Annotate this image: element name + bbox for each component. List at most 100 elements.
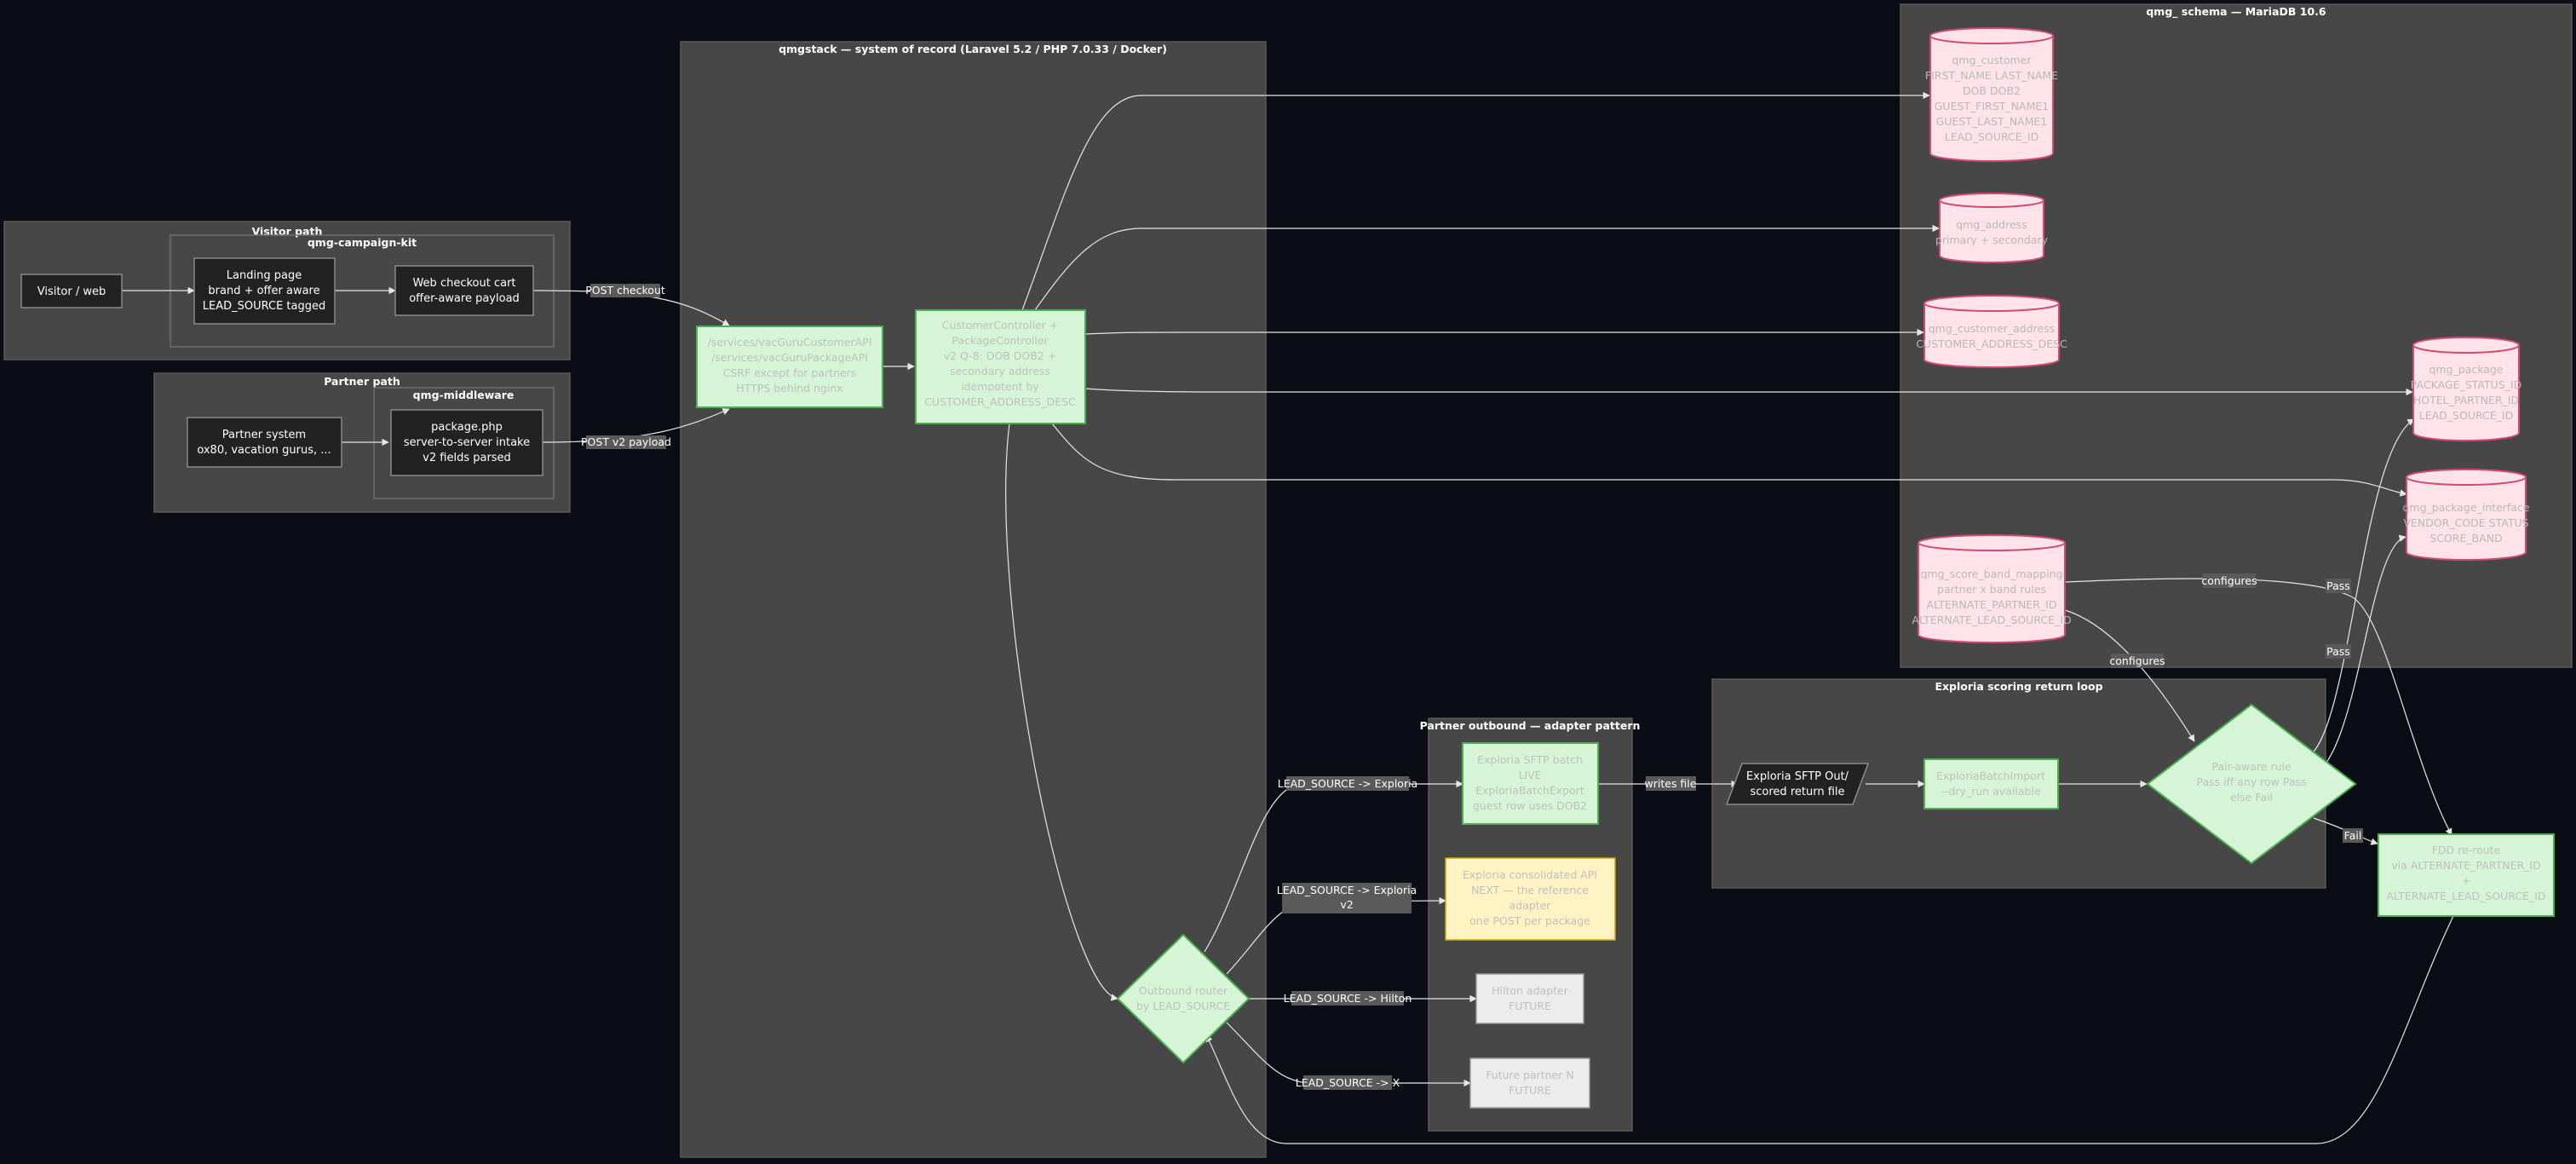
svg-text:via ALTERNATE_PARTNER_ID: via ALTERNATE_PARTNER_ID [2391,859,2540,872]
svg-text:/services/vacGuruCustomerAPI: /services/vacGuruCustomerAPI [708,336,872,349]
node-exploria-api: Exploria consolidated API NEXT — the ref… [1445,857,1616,941]
edge-label-writes-file: writes file [1645,776,1697,791]
node-landing-page: Landing page brand + offer aware LEAD_SO… [193,257,336,325]
node-fdd-reroute: FDD re-route via ALTERNATE_PARTNER_ID + … [2378,833,2555,917]
svg-text:LEAD_SOURCE -> Exploria: LEAD_SOURCE -> Exploria [1277,884,1417,896]
svg-text:else Fail: else Fail [2230,791,2273,804]
node-partner-system: Partner system ox80, vacation gurus, ... [187,417,342,468]
svg-text:primary + secondary: primary + secondary [1935,233,2049,246]
svg-text:FUTURE: FUTURE [1509,1000,1551,1012]
svg-text:GUEST_FIRST_NAME1: GUEST_FIRST_NAME1 [1935,100,2049,112]
svg-text:ox80, vacation gurus, ...: ox80, vacation gurus, ... [197,444,331,457]
svg-text:qmg_customer_address: qmg_customer_address [1929,322,2056,335]
node-visitor-web: Visitor / web [20,274,123,308]
svg-text:FIRST_NAME LAST_NAME: FIRST_NAME LAST_NAME [1925,69,2058,82]
svg-text:secondary address: secondary address [950,365,1050,377]
svg-text:Pass iff any row Pass: Pass iff any row Pass [2196,775,2306,788]
svg-text:LEAD_SOURCE_ID: LEAD_SOURCE_ID [2419,409,2513,422]
svg-text:CSRF except for partners: CSRF except for partners [723,366,857,379]
svg-text:guest row uses DOB2: guest row uses DOB2 [1473,799,1587,812]
svg-text:configures: configures [2109,654,2165,667]
svg-text:CustomerController +: CustomerController + [942,319,1059,331]
svg-text:+: + [2462,874,2470,887]
svg-text:v2 fields parsed: v2 fields parsed [423,452,511,464]
svg-text:LEAD_SOURCE_ID: LEAD_SOURCE_ID [1945,130,2038,143]
cluster-title: qmg-middleware [413,389,515,401]
svg-text:v2 Q-8: DOB DOB2 +: v2 Q-8: DOB DOB2 + [944,349,1057,362]
svg-text:Pair-aware rule: Pair-aware rule [2211,760,2291,773]
cluster-title: qmgstack — system of record (Laravel 5.2… [779,43,1167,55]
svg-text:Landing page: Landing page [227,269,302,282]
svg-text:POST v2 payload: POST v2 payload [581,435,671,448]
edge-label-ls-exploria: LEAD_SOURCE -> Exploria [1278,776,1417,791]
svg-text:Fail: Fail [2344,829,2362,842]
cluster-title: qmg_ schema — MariaDB 10.6 [2146,5,2326,19]
node-exploria-sftp: Exploria SFTP batch LIVE ExploriaBatchEx… [1462,742,1599,825]
edge-label-pass-2: Pass [2326,644,2351,659]
svg-text:ALTERNATE_LEAD_SOURCE_ID: ALTERNATE_LEAD_SOURCE_ID [2386,890,2545,902]
svg-text:package.php: package.php [431,421,503,434]
svg-text:FDD re-route: FDD re-route [2432,844,2501,856]
node-package-php: package.php server-to-server intake v2 f… [390,409,543,476]
svg-text:Web checkout cart: Web checkout cart [412,277,515,290]
db-qmg-package-interface: qmg_package_interface VENDOR_CODE STATUS… [2402,469,2530,561]
svg-text:VENDOR_CODE STATUS: VENDOR_CODE STATUS [2403,516,2528,529]
node-customer-controller: CustomerController + PackageController v… [915,309,1086,424]
svg-text:LEAD_SOURCE -> Exploria: LEAD_SOURCE -> Exploria [1278,777,1417,790]
svg-text:scored return file: scored return file [1751,786,1845,798]
svg-text:qmg_package: qmg_package [2429,363,2503,376]
svg-text:LIVE: LIVE [1518,769,1541,781]
svg-text:idempotent by: idempotent by [961,380,1039,393]
svg-text:ExploriaBatchImport: ExploriaBatchImport [1936,769,2045,782]
svg-text:PACKAGE_STATUS_ID: PACKAGE_STATUS_ID [2411,378,2521,391]
db-qmg-package: qmg_package PACKAGE_STATUS_ID HOTEL_PART… [2411,337,2521,441]
svg-text:server-to-server intake: server-to-server intake [404,436,530,449]
cluster-title: qmg-campaign-kit [308,236,417,249]
edge-label-fail: Fail [2343,828,2363,843]
node-future-partner: Future partner N FUTURE [1469,1057,1590,1109]
svg-text:ExploriaBatchExport: ExploriaBatchExport [1475,784,1584,797]
svg-text:ALTERNATE_LEAD_SOURCE_ID: ALTERNATE_LEAD_SOURCE_ID [1912,614,2071,626]
db-qmg-customer-address: qmg_customer_address CUSTOMER_ADDRESS_DE… [1916,295,2067,368]
svg-text:HTTPS behind nginx: HTTPS behind nginx [736,382,842,395]
svg-text:ALTERNATE_PARTNER_ID: ALTERNATE_PARTNER_ID [1927,598,2057,611]
node-hilton-adapter: Hilton adapter FUTURE [1475,973,1584,1024]
svg-text:CUSTOMER_ADDRESS_DESC: CUSTOMER_ADDRESS_DESC [1916,337,2067,350]
edge-label-post-checkout: POST checkout [585,284,665,297]
edge-label-configures-1: configures [2201,573,2257,588]
svg-text:Pass: Pass [2326,645,2350,658]
flow-diagram: Visitor path qmg-campaign-kit Partner pa… [3,3,2573,1158]
svg-text:configures: configures [2201,574,2257,587]
cluster-title: Exploria scoring return loop [1935,680,2102,693]
svg-text:NEXT — the reference: NEXT — the reference [1471,884,1589,896]
edge-label-ls-hilton: LEAD_SOURCE -> Hilton [1284,991,1412,1006]
svg-text:one POST per package: one POST per package [1469,914,1590,927]
svg-text:qmg_package_interface: qmg_package_interface [2402,501,2529,514]
svg-text:LEAD_SOURCE -> X: LEAD_SOURCE -> X [1296,1076,1400,1089]
svg-text:--dry_run available: --dry_run available [1941,785,2040,798]
svg-text:qmg_customer: qmg_customer [1952,54,2032,66]
svg-text:Hilton adapter: Hilton adapter [1492,984,1569,997]
cluster-title: Partner outbound — adapter pattern [1420,719,1641,732]
svg-text:partner x band rules: partner x band rules [1937,583,2046,596]
svg-text:Exploria SFTP batch: Exploria SFTP batch [1477,753,1583,766]
svg-text:Outbound router: Outbound router [1139,984,1228,997]
svg-text:Pass: Pass [2326,579,2350,592]
node-web-checkout: Web checkout cart offer-aware payload [394,265,534,316]
svg-text:qmg_score_band_mapping: qmg_score_band_mapping [1921,568,2063,580]
edge-label-configures-2: configures [2109,654,2165,668]
edge-label-ls-x: LEAD_SOURCE -> X [1296,1075,1400,1090]
cluster-title: Partner path [324,375,400,388]
db-qmg-score-band-mapping: qmg_score_band_mapping partner x band ru… [1912,534,2072,643]
svg-text:Exploria consolidated API: Exploria consolidated API [1463,868,1597,881]
svg-text:FUTURE: FUTURE [1509,1084,1551,1097]
svg-text:LEAD_SOURCE tagged: LEAD_SOURCE tagged [203,300,326,313]
svg-text:Partner system: Partner system [222,429,306,441]
svg-text:Future partner N: Future partner N [1486,1069,1574,1081]
svg-text:offer-aware payload: offer-aware payload [409,292,520,305]
db-qmg-address: qmg_address primary + secondary [1935,193,2049,263]
edge-reroute-router [1205,915,2454,1144]
edge-label-ls-exploria-v2: LEAD_SOURCE -> Exploria v2 [1277,883,1417,913]
svg-text:POST checkout: POST checkout [585,284,665,297]
db-qmg-customer: qmg_customer FIRST_NAME LAST_NAME DOB DO… [1925,27,2058,162]
